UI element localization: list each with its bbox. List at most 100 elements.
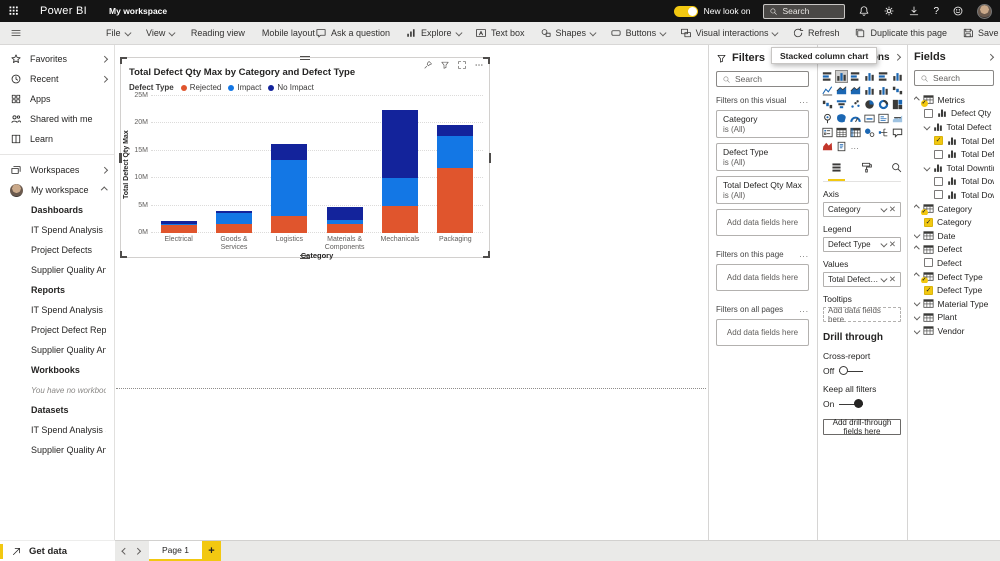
chevron-down-icon[interactable]	[881, 240, 888, 247]
gauge-icon[interactable]	[849, 112, 862, 125]
chevron-down-icon[interactable]	[914, 299, 921, 307]
kpi-icon[interactable]	[891, 112, 904, 125]
field-row-total-downtim[interactable]: Total Downtim...	[914, 161, 994, 175]
field-row-metrics[interactable]: ✓ Metrics	[914, 93, 994, 107]
bar-segment-impact[interactable]	[381, 177, 418, 206]
download-icon[interactable]	[908, 5, 920, 17]
line-and-stacked-column-chart-icon[interactable]	[863, 84, 876, 97]
drag-grip[interactable]	[300, 56, 310, 60]
workspace-name[interactable]: My workspace	[109, 6, 167, 16]
toolbar-save[interactable]: Save	[962, 27, 999, 39]
filled-map-icon[interactable]	[835, 112, 848, 125]
field-checkbox[interactable]: ✓	[924, 217, 933, 227]
toolbar-duplicate-this-page[interactable]: Duplicate this page	[854, 27, 947, 39]
toolbar-shapes[interactable]: Shapes	[540, 27, 597, 39]
chevron-down-icon[interactable]	[881, 275, 888, 282]
paginated-report-icon[interactable]	[835, 140, 848, 153]
menu-item-mobile-layout[interactable]: Mobile layout	[262, 28, 315, 38]
notifications-icon[interactable]	[858, 5, 870, 17]
focus-mode-icon[interactable]	[457, 60, 467, 70]
remove-field-icon[interactable]: ✕	[889, 205, 896, 214]
waffle-menu-icon[interactable]	[8, 5, 20, 17]
bar-segment-rejected[interactable]	[381, 205, 418, 233]
map-icon[interactable]	[821, 112, 834, 125]
chevron-up-icon[interactable]	[914, 205, 920, 212]
toolbar-explore[interactable]: Explore	[405, 27, 462, 39]
clustered-bar-chart-icon[interactable]	[849, 70, 862, 83]
add-page-button[interactable]: +	[201, 541, 221, 561]
bar-segment-impact[interactable]	[215, 213, 252, 225]
nav-item-project-defect-report[interactable]: Project Defect Report	[0, 320, 114, 340]
nav-item-favorites[interactable]: Favorites	[0, 49, 114, 69]
resize-handle[interactable]	[119, 152, 122, 163]
add-data-fields-dropzone[interactable]: Add data fields here	[823, 306, 901, 324]
field-row-total-defect[interactable]: Total Defect...	[914, 147, 994, 161]
account-avatar[interactable]	[977, 3, 992, 19]
filter-card-defect-type[interactable]: Defect Type is (All)	[716, 143, 809, 171]
nav-item-apps[interactable]: Apps	[0, 89, 114, 109]
field-row-category[interactable]: ✓ Category	[914, 215, 994, 229]
menu-item-reading-view[interactable]: Reading view	[191, 28, 245, 38]
bar-segment-no-impact[interactable]	[437, 124, 474, 137]
treemap-icon[interactable]	[891, 98, 904, 111]
field-row-total-down[interactable]: Total Down...	[914, 175, 994, 189]
field-row-defect[interactable]: Defect	[914, 243, 994, 257]
toggle-pill[interactable]	[673, 5, 698, 17]
previous-page-icon[interactable]	[122, 547, 129, 555]
qna-icon[interactable]	[891, 126, 904, 139]
more-options-icon[interactable]: ...	[799, 96, 809, 105]
nav-item-project-defects[interactable]: Project Defects	[0, 240, 114, 260]
multi-row-card-icon[interactable]	[877, 112, 890, 125]
global-nav-icon[interactable]	[10, 27, 22, 39]
add-data-fields-dropzone[interactable]: Add data fields here	[716, 264, 809, 291]
bar-segment-impact[interactable]	[437, 136, 474, 169]
power-apps-icon[interactable]	[821, 140, 834, 153]
field-row-total-down[interactable]: Total Down...	[914, 188, 994, 202]
pie-chart-icon[interactable]	[863, 98, 876, 111]
field-well-axis[interactable]: Category ✕	[823, 202, 901, 217]
field-checkbox[interactable]: ✓	[934, 136, 943, 146]
analytics-tab[interactable]	[888, 159, 905, 181]
field-well-legend[interactable]: Defect Type ✕	[823, 237, 901, 252]
nav-item-it-spend-analysis-s[interactable]: IT Spend Analysis S...	[0, 300, 114, 320]
chevron-down-icon[interactable]	[914, 313, 921, 320]
stacked-bar-electrical[interactable]	[160, 221, 197, 233]
stacked-column-chart-icon[interactable]	[834, 70, 848, 83]
filter-card-category[interactable]: Category is (All)	[716, 110, 809, 138]
bar-segment-rejected[interactable]	[437, 168, 474, 233]
field-checkbox[interactable]	[934, 190, 943, 200]
remove-field-icon[interactable]: ✕	[889, 275, 896, 284]
field-checkbox[interactable]	[924, 108, 933, 118]
waterfall-chart-icon[interactable]	[821, 98, 834, 111]
nav-item-shared-with-me[interactable]: Shared with me	[0, 109, 114, 129]
bar-segment-rejected[interactable]	[215, 224, 252, 233]
stacked-bar-goods-services[interactable]	[215, 211, 252, 233]
field-row-plant[interactable]: Plant	[914, 311, 994, 325]
nav-item-learn[interactable]: Learn	[0, 129, 114, 149]
decomposition-tree-icon[interactable]	[877, 126, 890, 139]
filter-card-total-defect-qty-max[interactable]: Total Defect Qty Max is (All)	[716, 176, 809, 204]
next-page-icon[interactable]	[133, 547, 140, 555]
chevron-down-icon[interactable]	[923, 163, 931, 171]
stacked-bar-mechanicals[interactable]	[381, 109, 418, 233]
table-icon[interactable]	[835, 126, 848, 139]
stacked-column-chart-visual[interactable]: Total Defect Qty Max by Category and Def…	[119, 56, 491, 260]
feedback-icon[interactable]	[952, 5, 964, 17]
bar-segment-no-impact[interactable]	[326, 207, 363, 220]
app-logo[interactable]: Power BI	[40, 5, 87, 17]
card-icon[interactable]	[863, 112, 876, 125]
legend-item-no-impact[interactable]: No Impact	[268, 83, 314, 92]
toolbar-refresh[interactable]: Refresh	[792, 27, 839, 39]
clustered-column-chart-icon[interactable]	[863, 70, 876, 83]
chevron-up-icon[interactable]	[914, 96, 920, 103]
donut-chart-icon[interactable]	[877, 98, 890, 111]
bar-segment-rejected[interactable]	[271, 216, 308, 233]
line-and-clustered-column-chart-icon[interactable]	[877, 84, 890, 97]
line-chart-icon[interactable]	[821, 84, 834, 97]
settings-icon[interactable]	[883, 5, 895, 17]
100-stacked-column-chart-icon[interactable]	[891, 70, 904, 83]
fields-tab[interactable]	[828, 159, 845, 181]
field-row-defect-qty[interactable]: Defect Qty ...	[914, 107, 994, 121]
bar-segment-impact[interactable]	[271, 159, 308, 216]
toolbar-ask-a-question[interactable]: Ask a question	[315, 27, 390, 39]
